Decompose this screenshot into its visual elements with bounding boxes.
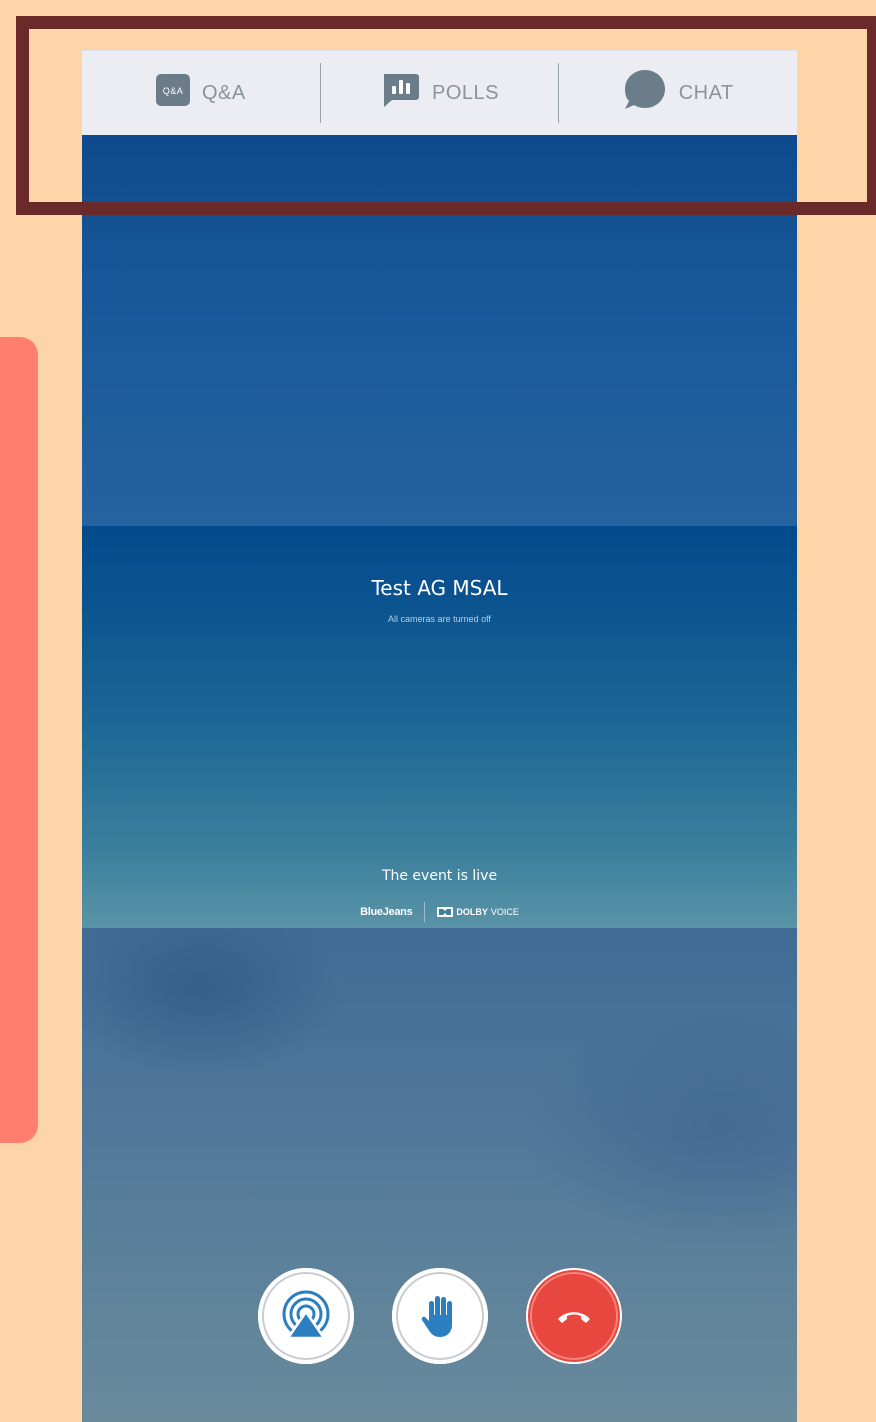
page: Q&A Q&A POLLS CHAT Test AG MSAL All came… (0, 0, 876, 1422)
brand-logos: BlueJeans DOLBY VOICE (82, 902, 797, 922)
share-screen-button-ring (261, 1272, 350, 1360)
event-stage: Test AG MSAL All cameras are turned off … (82, 526, 797, 928)
dolby-icon (437, 907, 454, 917)
side-panel (0, 337, 38, 1143)
event-status: The event is live (381, 868, 498, 884)
highlight-frame (16, 16, 876, 215)
airplay-icon (282, 1290, 329, 1340)
end-call-button[interactable] (525, 1268, 622, 1364)
event-title: Test AG MSAL (371, 576, 508, 600)
voice-text: VOICE (490, 907, 519, 917)
raise-hand-button-ring (395, 1272, 484, 1360)
brand-divider (424, 902, 426, 922)
phone-hangup-icon (557, 1312, 590, 1323)
raise-hand-button[interactable] (391, 1268, 488, 1364)
end-call-button-ring (529, 1272, 618, 1360)
dolby-voice-logo: DOLBY VOICE (437, 907, 519, 917)
dolby-text: DOLBY (456, 907, 488, 917)
hand-icon (421, 1296, 452, 1337)
call-controls (82, 1268, 797, 1364)
share-screen-button[interactable] (257, 1268, 354, 1364)
bluejeans-logo: BlueJeans (360, 906, 413, 918)
phone-screen: Q&A Q&A POLLS CHAT Test AG MSAL All came… (82, 50, 797, 1422)
event-subtitle: All cameras are turned off (388, 614, 491, 624)
